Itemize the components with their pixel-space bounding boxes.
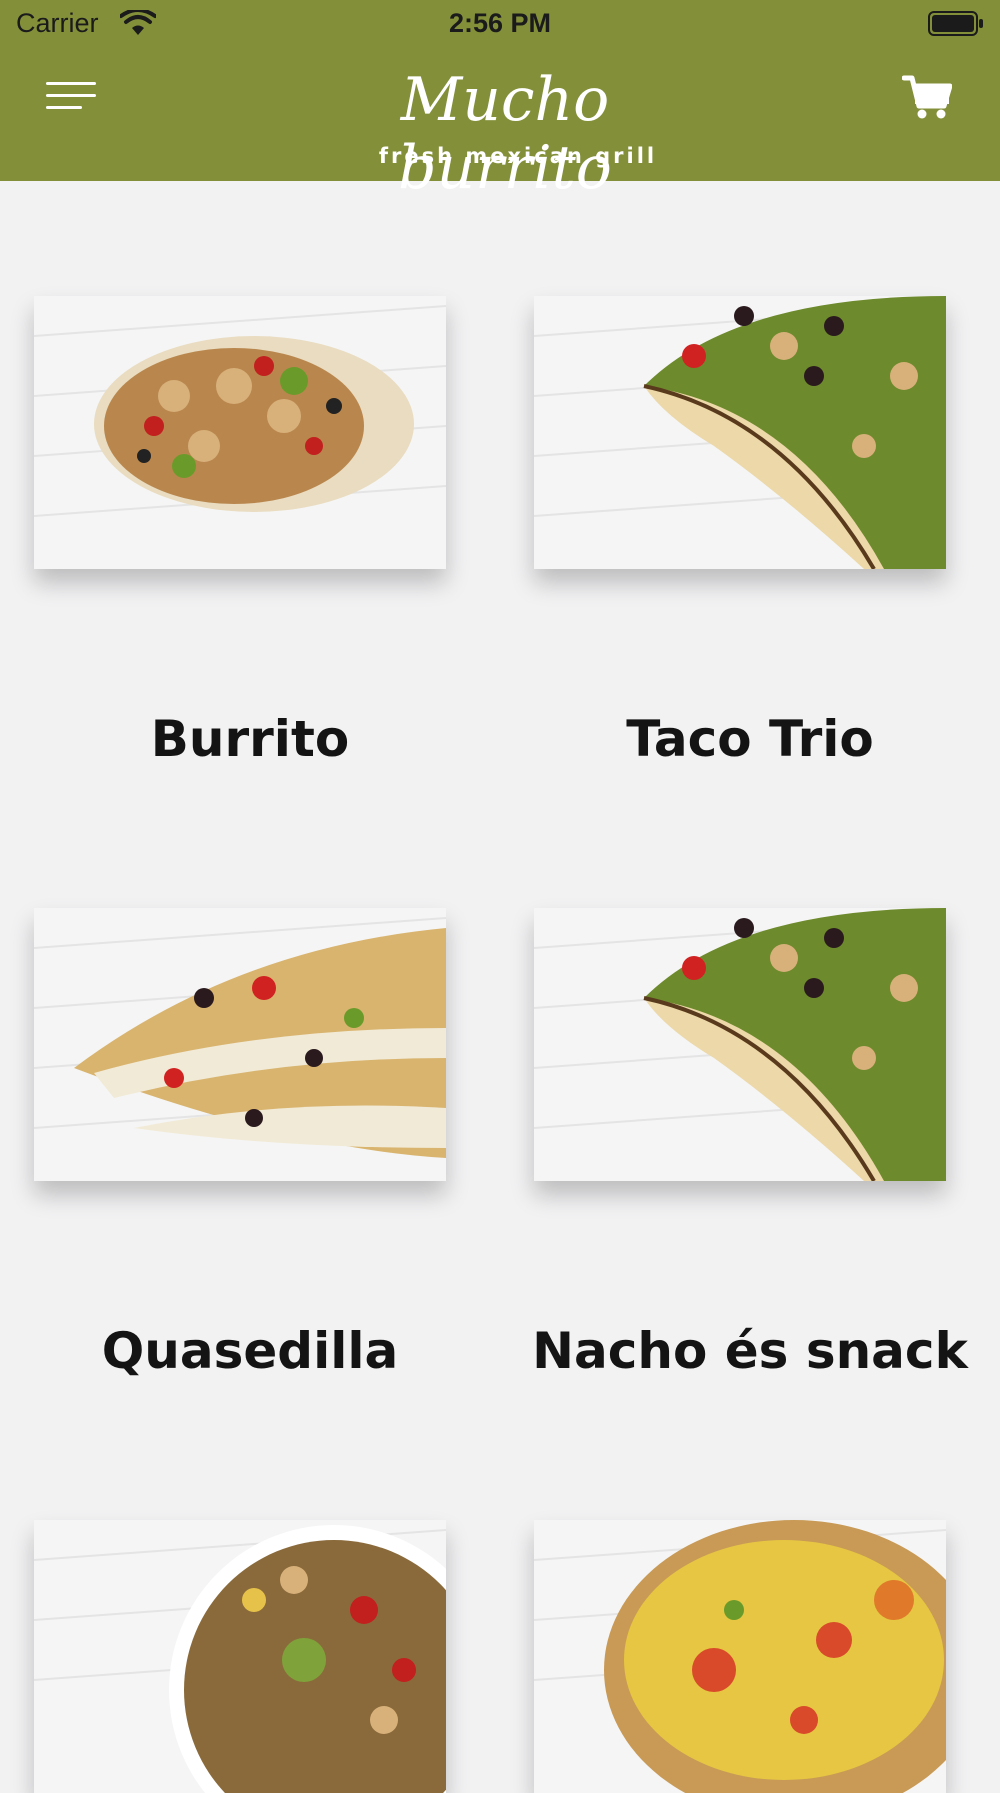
breakfast-image xyxy=(534,1520,946,1793)
hamburger-menu-icon[interactable] xyxy=(46,80,98,112)
menu-item-label: Taco Trio xyxy=(626,710,874,768)
status-time: 2:56 PM xyxy=(448,8,552,38)
app-header: Carrier 2:56 PM Mucho burrito fresh mexi… xyxy=(0,0,1000,202)
logo-main-text: Mucho burrito xyxy=(398,65,612,203)
shopping-cart-icon[interactable] xyxy=(902,74,952,120)
quasedilla-image xyxy=(34,908,446,1181)
battery-icon xyxy=(928,11,983,36)
brand-logo: Mucho burrito fresh mexican grill xyxy=(300,66,700,202)
burrito-image xyxy=(34,296,446,569)
logo-tagline: fresh mexican grill xyxy=(378,144,658,168)
bowl-image xyxy=(34,1520,446,1793)
nacho-es-snack-image xyxy=(534,908,946,1181)
taco-trio-image xyxy=(534,296,946,569)
menu-item-label: Burrito xyxy=(150,710,350,768)
menu-item-label: Quasedilla xyxy=(101,1322,399,1380)
status-bar: Carrier 2:56 PM xyxy=(0,0,1000,50)
menu-item-label: Nacho és snack xyxy=(532,1322,968,1380)
